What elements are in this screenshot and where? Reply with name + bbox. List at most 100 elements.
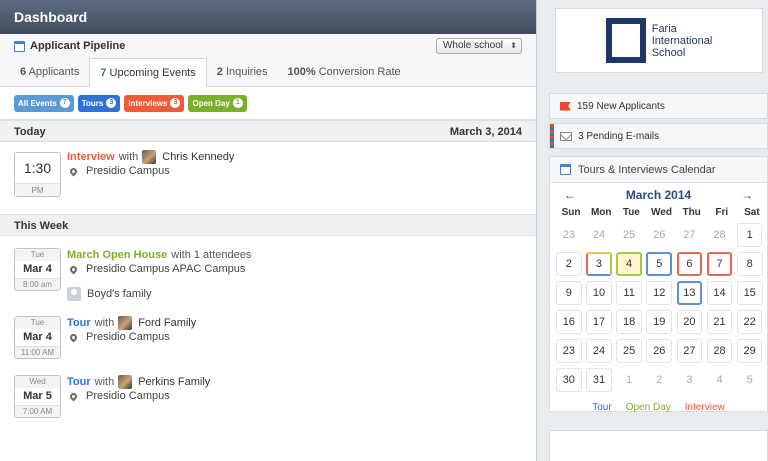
calendar-week: 30 31 1 2 3 4 5 <box>556 368 767 397</box>
filter-interviews[interactable]: Interviews 3 <box>124 94 185 112</box>
event-location: Presidio Campus APAC Campus <box>86 263 246 275</box>
pipeline-title: Applicant Pipeline <box>30 40 126 52</box>
mail-icon <box>560 131 572 141</box>
event-type[interactable]: Tour <box>67 317 91 329</box>
calendar-day[interactable]: 3 <box>677 368 703 392</box>
school-select-value: Whole school <box>442 40 503 51</box>
calendar-day[interactable]: 23 <box>556 223 582 247</box>
stat-label: 3 Pending E-mails <box>578 130 660 142</box>
event-type[interactable]: Tour <box>67 376 91 388</box>
calendar-day[interactable]: 31 <box>586 368 612 392</box>
calendar-grid: 23 24 25 26 27 28 1 2 3 4 5 6 7 8 9 10 11 12 13 14 15 16 17 18 1… <box>550 221 767 397</box>
calendar-day[interactable]: 1 <box>616 368 642 392</box>
map-pin-icon <box>68 391 79 402</box>
event-date-box: Wed Mar 5 7:00 AM <box>14 375 61 418</box>
calendar-day[interactable]: 2 <box>556 252 582 276</box>
tab-inquiries[interactable]: 2 Inquiries <box>207 58 278 86</box>
calendar-day[interactable]: 12 <box>646 281 673 305</box>
tab-count: 100% <box>287 66 316 78</box>
pending-emails-stat[interactable]: 3 Pending E-mails <box>549 123 768 149</box>
calendar-day[interactable]: 11 <box>616 281 642 305</box>
tab-applicants[interactable]: 6 Applicants <box>10 58 89 86</box>
calendar-day[interactable]: 26 <box>646 339 673 363</box>
calendar-day[interactable]: 10 <box>586 281 612 305</box>
event-person[interactable]: Perkins Family <box>138 376 210 388</box>
tab-conversion-rate[interactable]: 100% Conversion Rate <box>278 58 411 86</box>
calendar-day[interactable]: 3 <box>586 252 612 276</box>
event-attendee[interactable]: Boyd's family <box>87 288 151 300</box>
weekday-label: Fri <box>715 207 729 218</box>
prev-month-icon[interactable]: ← <box>564 188 576 202</box>
section-this-week: This Week <box>0 214 536 236</box>
calendar-day[interactable]: 26 <box>646 223 672 247</box>
event-type[interactable]: Interview <box>67 151 115 163</box>
event-item[interactable]: Wed Mar 5 7:00 AM Tour with Perkins Fami… <box>0 368 536 428</box>
month-nav: ← March 2014 → <box>550 183 767 207</box>
event-person[interactable]: Chris Kennedy <box>162 151 234 163</box>
weekday-row: Sun Mon Tue Wed Thu Fri Sat <box>550 207 767 221</box>
calendar-day[interactable]: 14 <box>706 281 733 305</box>
calendar-day[interactable]: 7 <box>706 252 733 276</box>
stat-label: 159 New Applicants <box>577 100 665 112</box>
calendar-day[interactable]: 6 <box>676 252 703 276</box>
avatar <box>118 375 133 389</box>
calendar-day[interactable]: 20 <box>676 310 703 334</box>
legend-open-day: Open Day <box>625 401 671 413</box>
calendar-legend: Tour Open Day Interview <box>550 397 767 417</box>
school-select[interactable]: Whole school ⬍ <box>435 38 522 54</box>
page-title: Dashboard <box>0 0 536 34</box>
event-item[interactable]: 1:30 PM Interview with Chris Kennedy Pre… <box>0 142 536 214</box>
calendar-day[interactable]: 28 <box>707 223 733 247</box>
filter-tours[interactable]: Tours 3 <box>77 94 121 112</box>
calendar-day[interactable]: 29 <box>736 339 763 363</box>
calendar-day[interactable]: 25 <box>616 339 642 363</box>
tab-count: 7 <box>100 67 107 79</box>
calendar-day[interactable]: 24 <box>586 339 612 363</box>
calendar-day[interactable]: 5 <box>737 368 763 392</box>
calendar-day[interactable]: 5 <box>646 252 673 276</box>
next-month-icon[interactable]: → <box>741 188 753 202</box>
calendar-day[interactable]: 9 <box>556 281 582 305</box>
new-applicants-stat[interactable]: 159 New Applicants <box>549 93 768 119</box>
event-item[interactable]: Tue Mar 4 11:00 AM Tour with Ford Family… <box>0 309 536 368</box>
calendar-day[interactable]: 21 <box>706 310 733 334</box>
calendar-day[interactable]: 24 <box>586 223 612 247</box>
calendar-day[interactable]: 2 <box>646 368 672 392</box>
calendar-week: 23 24 25 26 27 28 1 <box>556 223 767 252</box>
calendar-day[interactable]: 25 <box>616 223 642 247</box>
filter-open-day[interactable]: Open Day 1 <box>188 94 247 112</box>
calendar-day[interactable]: 23 <box>556 339 582 363</box>
calendar-day[interactable]: 8 <box>736 252 763 276</box>
calendar-widget: Tours & Interviews Calendar ← March 2014… <box>549 156 768 413</box>
calendar-day[interactable]: 4 <box>616 252 642 276</box>
calendar-day[interactable]: 1 <box>736 223 763 247</box>
pipeline-header: Applicant Pipeline Whole school ⬍ <box>0 34 536 58</box>
event-person[interactable]: Ford Family <box>138 317 196 329</box>
event-location: Presidio Campus <box>86 331 170 343</box>
tab-upcoming-events[interactable]: 7 Upcoming Events <box>89 58 207 87</box>
event-type[interactable]: March Open House <box>67 249 167 261</box>
calendar-day[interactable]: 19 <box>646 310 673 334</box>
weekday-label: Sun <box>561 207 581 218</box>
calendar-day[interactable]: 13 <box>676 281 703 305</box>
calendar-day[interactable]: 27 <box>677 223 703 247</box>
event-with: with <box>94 317 115 329</box>
filter-count: 3 <box>106 98 117 108</box>
calendar-header: Tours & Interviews Calendar <box>550 157 767 183</box>
calendar-day[interactable]: 18 <box>616 310 642 334</box>
calendar-day[interactable]: 16 <box>556 310 582 334</box>
event-location: Presidio Campus <box>86 390 170 402</box>
calendar-day[interactable]: 28 <box>706 339 733 363</box>
calendar-day[interactable]: 17 <box>586 310 612 334</box>
event-weekday: Tue <box>15 317 60 329</box>
calendar-day[interactable]: 4 <box>707 368 733 392</box>
event-location: Presidio Campus <box>86 165 170 177</box>
logo-line: International <box>651 34 713 47</box>
filter-all-events[interactable]: All Events 7 <box>14 94 74 112</box>
event-item[interactable]: Tue Mar 4 8:00 am March Open House with … <box>0 236 536 309</box>
section-date: March 3, 2014 <box>449 126 522 138</box>
calendar-day[interactable]: 30 <box>556 368 582 392</box>
calendar-day[interactable]: 22 <box>736 310 763 334</box>
calendar-day[interactable]: 27 <box>676 339 703 363</box>
calendar-day[interactable]: 15 <box>736 281 763 305</box>
